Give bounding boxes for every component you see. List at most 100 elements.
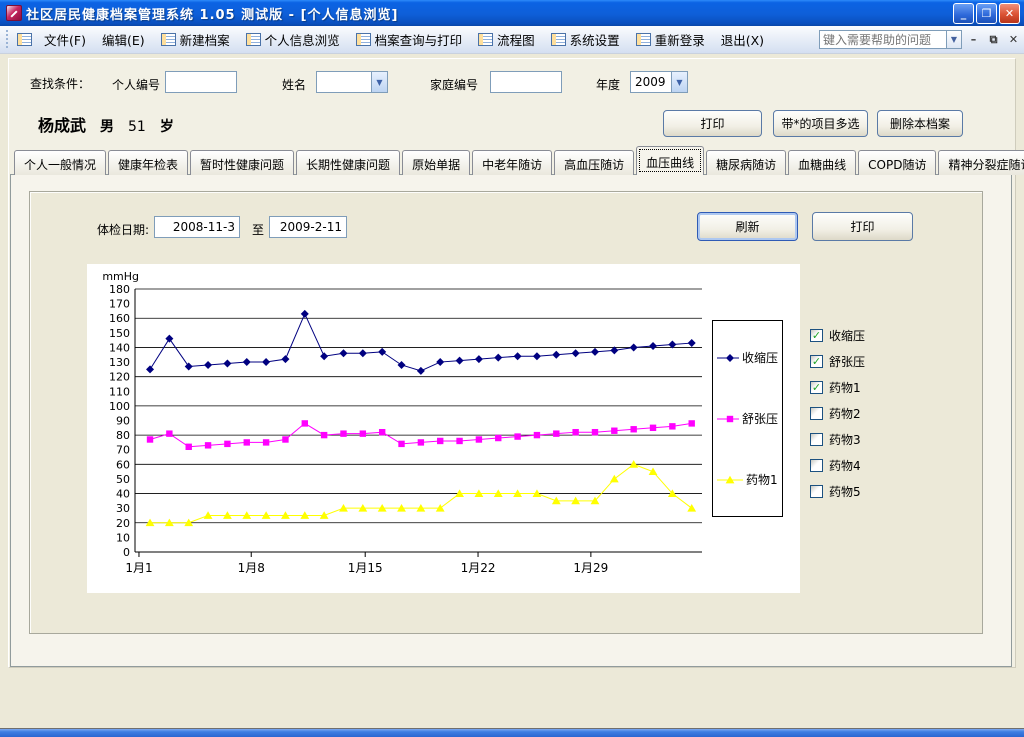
triangle-marker-icon (717, 475, 743, 485)
svg-text:80: 80 (116, 429, 130, 442)
checkbox-label: 药物5 (829, 483, 861, 500)
menu-item-系统设置[interactable]: 系统设置 (543, 26, 628, 53)
mdi-restore-button[interactable]: ⧉ (985, 31, 1002, 49)
unchecked-checkbox[interactable] (810, 459, 823, 472)
mdi-close-button[interactable]: ✕ (1005, 31, 1022, 49)
minimize-button[interactable]: _ (953, 3, 974, 24)
legend-entry: 收缩压 (717, 349, 778, 366)
family-id-input[interactable] (490, 71, 562, 93)
series-checkbox-row[interactable]: ✓ 药物1 (810, 374, 865, 400)
tab-糖尿病随访[interactable]: 糖尿病随访 (706, 150, 786, 175)
svg-text:150: 150 (109, 327, 130, 340)
menu-item-档案查询与打印[interactable]: 档案查询与打印 (348, 26, 471, 53)
checked-checkbox[interactable]: ✓ (810, 329, 823, 342)
tab-个人一般情况[interactable]: 个人一般情况 (14, 150, 106, 175)
tab-中老年随访[interactable]: 中老年随访 (472, 150, 552, 175)
chevron-down-icon[interactable]: ▼ (671, 72, 687, 92)
name-combobox[interactable]: ▼ (316, 71, 388, 93)
menu-items: 文件(F) 编辑(E) 新建档案个人信息浏览 档案查询与打印 流程图系统设置 重新登录退出… (13, 26, 772, 53)
help-search-input[interactable] (819, 30, 947, 49)
svg-text:180: 180 (109, 283, 130, 296)
delete-record-button[interactable]: 删除本档案 (877, 110, 963, 137)
refresh-button[interactable]: 刷新 (697, 212, 798, 241)
menu-item-重新登录[interactable]: 重新登录 (628, 26, 713, 53)
legend-label: 舒张压 (742, 410, 778, 427)
svg-text:mmHg: mmHg (102, 270, 139, 283)
form-icon (478, 33, 493, 46)
patient-gender: 男 (100, 116, 114, 136)
svg-text:1月22: 1月22 (461, 561, 496, 575)
menu-item-编辑(E)[interactable]: 编辑(E) (94, 26, 153, 53)
menu-item-新建档案[interactable]: 新建档案 (153, 26, 238, 53)
unchecked-checkbox[interactable] (810, 485, 823, 498)
multiselect-button[interactable]: 带*的项目多选 (773, 110, 868, 137)
tab-长期性健康问题[interactable]: 长期性健康问题 (296, 150, 400, 175)
form-icon (356, 33, 371, 46)
svg-text:50: 50 (116, 473, 130, 486)
svg-text:140: 140 (109, 341, 130, 354)
series-checkbox-row[interactable]: 药物5 (810, 478, 865, 504)
year-combobox[interactable]: 2009 ▼ (630, 71, 688, 93)
tab-健康年检表[interactable]: 健康年检表 (108, 150, 188, 175)
restore-button[interactable]: ❐ (976, 3, 997, 24)
svg-text:1月8: 1月8 (238, 561, 265, 575)
menu-item-label: 重新登录 (655, 30, 705, 49)
family-id-label: 家庭编号 (430, 76, 478, 93)
tab-COPD随访[interactable]: COPD随访 (858, 150, 936, 175)
personal-id-input[interactable] (165, 71, 237, 93)
menu-item-文件(F)[interactable]: 文件(F) (36, 26, 94, 53)
menu-item-icon[interactable] (13, 29, 36, 50)
checkbox-label: 舒张压 (829, 353, 865, 370)
menu-item-label: 流程图 (497, 30, 535, 49)
checkbox-label: 药物1 (829, 379, 861, 396)
date-from-input[interactable] (154, 216, 240, 238)
tab-血糖曲线[interactable]: 血糖曲线 (788, 150, 856, 175)
tab-page-blood-pressure-curve: 体检日期: 至 刷新 打印 01020304050607080901001101… (10, 174, 1012, 667)
checked-checkbox[interactable]: ✓ (810, 355, 823, 368)
year-label: 年度 (596, 76, 620, 93)
search-criteria-label: 查找条件： (30, 75, 90, 92)
name-label: 姓名 (282, 76, 306, 93)
svg-text:160: 160 (109, 312, 130, 325)
unchecked-checkbox[interactable] (810, 407, 823, 420)
tab-血压曲线[interactable]: 血压曲线 (636, 146, 704, 175)
tab-暂时性健康问题[interactable]: 暂时性健康问题 (190, 150, 294, 175)
menu-item-个人信息浏览[interactable]: 个人信息浏览 (238, 26, 348, 53)
taskbar-edge[interactable] (0, 728, 1024, 737)
checked-checkbox[interactable]: ✓ (810, 381, 823, 394)
print-button[interactable]: 打印 (663, 110, 762, 137)
menu-item-label: 文件(F) (44, 30, 86, 49)
unchecked-checkbox[interactable] (810, 433, 823, 446)
bp-curve-panel: 体检日期: 至 刷新 打印 01020304050607080901001101… (29, 191, 983, 634)
series-checkbox-row[interactable]: ✓ 收缩压 (810, 322, 865, 348)
checkbox-label: 收缩压 (829, 327, 865, 344)
menu-item-退出(X)[interactable]: 退出(X) (713, 26, 772, 53)
series-checkbox-row[interactable]: ✓ 舒张压 (810, 348, 865, 374)
close-button[interactable]: ✕ (999, 3, 1020, 24)
date-to-label: 至 (252, 221, 264, 238)
menu-item-label: 档案查询与打印 (375, 30, 463, 49)
tab-高血压随访[interactable]: 高血压随访 (554, 150, 634, 175)
series-checkbox-column: ✓ 收缩压 ✓ 舒张压 ✓ 药物1 药物2 药物3 药物4 药物5 (810, 322, 865, 504)
legend-label: 药物1 (746, 471, 778, 488)
window-title: 社区居民健康档案管理系统 1.05 测试版 - [个人信息浏览] (26, 4, 398, 23)
toolbar-grip-icon[interactable] (5, 30, 10, 50)
series-checkbox-row[interactable]: 药物3 (810, 426, 865, 452)
chevron-down-icon[interactable]: ▼ (371, 72, 387, 92)
checkbox-label: 药物3 (829, 431, 861, 448)
tab-精神分裂症随访[interactable]: 精神分裂症随访 (938, 150, 1024, 175)
date-to-input[interactable] (269, 216, 347, 238)
tab-原始单据[interactable]: 原始单据 (402, 150, 470, 175)
menu-item-流程图[interactable]: 流程图 (470, 26, 543, 53)
checkbox-label: 药物4 (829, 457, 861, 474)
series-checkbox-row[interactable]: 药物4 (810, 452, 865, 478)
series-checkbox-row[interactable]: 药物2 (810, 400, 865, 426)
panel-print-button[interactable]: 打印 (812, 212, 913, 241)
svg-text:0: 0 (123, 546, 130, 559)
svg-text:10: 10 (116, 531, 130, 544)
menu-item-label: 编辑(E) (102, 30, 145, 49)
svg-text:120: 120 (109, 371, 130, 384)
mdi-minimize-button[interactable]: – (965, 31, 982, 49)
chevron-down-icon[interactable]: ▼ (947, 30, 962, 49)
form-icon (246, 33, 261, 46)
